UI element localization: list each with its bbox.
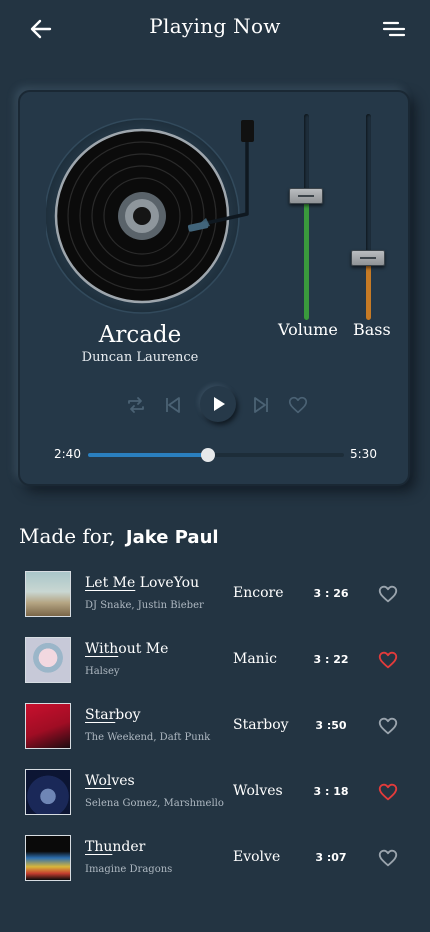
bass-slider[interactable] bbox=[350, 114, 386, 320]
progress-bar[interactable] bbox=[88, 448, 344, 462]
song-title-rest: LoveYou bbox=[135, 575, 200, 591]
song-duration: 3 : 18 bbox=[313, 785, 349, 798]
progress-thumb[interactable] bbox=[201, 448, 216, 462]
song-title: Wolves bbox=[85, 773, 135, 789]
playback-controls bbox=[20, 386, 412, 426]
heart-icon[interactable] bbox=[287, 394, 309, 416]
song-title: Starboy bbox=[85, 707, 141, 723]
repeat-icon[interactable] bbox=[125, 394, 147, 416]
song-row[interactable]: Starboy The Weekend, Daft Punk Starboy 3… bbox=[0, 693, 430, 759]
song-title-rest: boy bbox=[115, 707, 141, 723]
song-list: Let Me LoveYou DJ Snake, Justin Bieber E… bbox=[0, 561, 430, 891]
song-title-rest: nder bbox=[112, 839, 146, 855]
song-row[interactable]: Thunder Imagine Dragons Evolve 3 :07 bbox=[0, 825, 430, 891]
playlist-heading: Made for, Jake Paul bbox=[19, 524, 219, 548]
heart-icon[interactable] bbox=[377, 715, 399, 737]
song-row[interactable]: Let Me LoveYou DJ Snake, Justin Bieber E… bbox=[0, 561, 430, 627]
song-artist: The Weekend, Daft Punk bbox=[85, 732, 211, 743]
tonearm-icon bbox=[180, 120, 280, 240]
song-duration: 3 :07 bbox=[315, 851, 347, 864]
song-duration: 3 : 26 bbox=[313, 587, 349, 600]
volume-fill bbox=[304, 196, 309, 320]
progress-fill bbox=[88, 453, 209, 457]
song-duration: 3 :50 bbox=[315, 719, 347, 732]
heart-icon[interactable] bbox=[377, 781, 399, 803]
elapsed-time: 2:40 bbox=[54, 447, 81, 461]
volume-knob[interactable] bbox=[289, 188, 323, 204]
heart-icon[interactable] bbox=[377, 583, 399, 605]
total-duration: 5:30 bbox=[350, 447, 377, 461]
next-icon[interactable] bbox=[250, 394, 272, 416]
heart-icon[interactable] bbox=[377, 847, 399, 869]
song-album: Manic bbox=[233, 651, 278, 667]
song-title-rest: ves bbox=[111, 773, 135, 789]
album-art bbox=[25, 769, 71, 815]
heart-icon[interactable] bbox=[377, 649, 399, 671]
album-art bbox=[25, 571, 71, 617]
song-title: Thunder bbox=[85, 839, 145, 855]
volume-slider[interactable] bbox=[288, 114, 324, 320]
song-title-underlined: Wol bbox=[85, 773, 112, 789]
song-title-underlined: Thu bbox=[85, 839, 113, 855]
track-artist: Duncan Laurence bbox=[81, 350, 199, 365]
volume-label: Volume bbox=[278, 320, 338, 339]
play-button[interactable] bbox=[200, 386, 236, 422]
page-title: Playing Now bbox=[149, 14, 281, 38]
track-title: Arcade bbox=[98, 322, 182, 348]
app: Playing Now Volume Bass Arcade Duncan La… bbox=[0, 0, 430, 932]
song-artist: DJ Snake, Justin Bieber bbox=[85, 600, 204, 611]
bass-fill bbox=[366, 258, 371, 320]
song-duration: 3 : 22 bbox=[313, 653, 349, 666]
song-title-rest: out Me bbox=[118, 641, 169, 657]
menu-icon[interactable] bbox=[382, 18, 406, 40]
player-card: Volume Bass Arcade Duncan Laurence 2:40 … bbox=[18, 90, 410, 486]
song-title: Let Me LoveYou bbox=[85, 575, 199, 591]
song-row[interactable]: Without Me Halsey Manic 3 : 22 bbox=[0, 627, 430, 693]
heading-prefix: Made for, bbox=[19, 524, 116, 548]
song-title-underlined: Star bbox=[85, 707, 116, 723]
song-title-underlined: Let Me bbox=[85, 575, 136, 591]
song-row[interactable]: Wolves Selena Gomez, Marshmello Wolves 3… bbox=[0, 759, 430, 825]
song-title-underlined: With bbox=[85, 641, 119, 657]
top-bar: Playing Now bbox=[0, 0, 430, 58]
album-art bbox=[25, 703, 71, 749]
song-artist: Selena Gomez, Marshmello bbox=[85, 798, 224, 809]
album-art bbox=[25, 637, 71, 683]
song-title: Without Me bbox=[85, 641, 168, 657]
previous-icon[interactable] bbox=[162, 394, 184, 416]
user-name: Jake Paul bbox=[125, 527, 219, 548]
song-artist: Imagine Dragons bbox=[85, 864, 173, 875]
song-album: Wolves bbox=[233, 783, 283, 799]
song-album: Encore bbox=[233, 585, 284, 601]
album-art bbox=[25, 835, 71, 881]
play-icon bbox=[214, 397, 225, 411]
bass-label: Bass bbox=[353, 320, 391, 339]
bass-knob[interactable] bbox=[351, 250, 385, 266]
song-artist: Halsey bbox=[85, 666, 120, 677]
song-album: Starboy bbox=[233, 717, 289, 733]
song-album: Evolve bbox=[233, 849, 281, 865]
